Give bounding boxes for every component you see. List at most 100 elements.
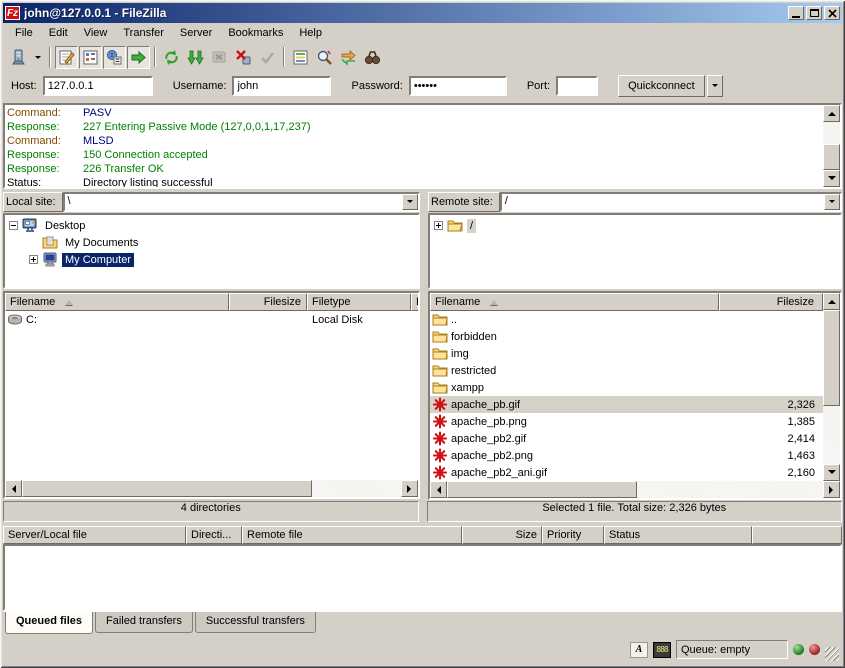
menu-server[interactable]: Server bbox=[172, 25, 220, 41]
scrollbar-thumb[interactable] bbox=[22, 480, 312, 497]
column-header-filesize[interactable]: Filesize bbox=[229, 293, 307, 311]
file-row[interactable]: apache_pb2_ani.gif 2,160 bbox=[430, 464, 823, 481]
toggle-local-tree-button[interactable] bbox=[79, 46, 102, 69]
scroll-left-button[interactable] bbox=[430, 481, 447, 498]
column-header-priority[interactable]: Priority bbox=[542, 526, 604, 544]
resize-grip[interactable] bbox=[825, 647, 839, 661]
column-header-status[interactable]: Status bbox=[604, 526, 752, 544]
pane-splitter[interactable] bbox=[420, 191, 428, 289]
menu-transfer[interactable]: Transfer bbox=[115, 25, 172, 41]
remote-site-combobox[interactable]: / bbox=[500, 192, 842, 212]
tree-item-my-documents[interactable]: My Documents bbox=[9, 234, 418, 251]
scroll-up-button[interactable] bbox=[823, 293, 840, 310]
synchronized-browsing-button[interactable] bbox=[337, 46, 360, 69]
remote-tree-icon bbox=[106, 49, 123, 66]
tab-queued-files[interactable]: Queued files bbox=[5, 612, 93, 634]
local-tree[interactable]: Desktop My Documents My Computer bbox=[3, 213, 420, 289]
column-header-server-local-file[interactable]: Server/Local file bbox=[3, 526, 186, 544]
disconnect-button[interactable] bbox=[232, 46, 255, 69]
tree-item-my-computer[interactable]: My Computer bbox=[9, 251, 418, 268]
combo-dropdown-button[interactable] bbox=[824, 194, 840, 210]
minimize-button[interactable] bbox=[788, 6, 804, 20]
menu-edit[interactable]: Edit bbox=[41, 25, 76, 41]
pane-splitter[interactable] bbox=[419, 501, 427, 522]
file-row[interactable]: forbidden bbox=[430, 328, 823, 345]
tab-failed-transfers[interactable]: Failed transfers bbox=[95, 612, 193, 633]
menu-file[interactable]: File bbox=[7, 25, 41, 41]
close-button[interactable] bbox=[824, 6, 840, 20]
toggle-queue-view-button[interactable] bbox=[127, 46, 150, 69]
compare-button[interactable] bbox=[313, 46, 336, 69]
remote-tree[interactable]: / bbox=[428, 213, 842, 289]
menubar: File Edit View Transfer Server Bookmarks… bbox=[3, 23, 842, 43]
refresh-button[interactable] bbox=[160, 46, 183, 69]
pane-splitter[interactable] bbox=[420, 291, 428, 499]
tree-item-desktop[interactable]: Desktop bbox=[9, 217, 418, 234]
file-row[interactable]: apache_pb.png 1,385 bbox=[430, 413, 823, 430]
arrow-down-icon bbox=[828, 470, 836, 478]
remote-file-list[interactable]: .. forbidden img bbox=[430, 311, 823, 481]
scrollbar-thumb[interactable] bbox=[823, 310, 840, 406]
log-scrollbar[interactable] bbox=[823, 105, 840, 187]
filter-button[interactable] bbox=[289, 46, 312, 69]
column-header-lastmodified[interactable]: L bbox=[411, 293, 418, 311]
site-manager-icon bbox=[10, 49, 27, 66]
port-input[interactable] bbox=[556, 76, 598, 96]
quickconnect-dropdown-button[interactable] bbox=[707, 75, 723, 97]
column-header-remote-file[interactable]: Remote file bbox=[242, 526, 462, 544]
menu-bookmarks[interactable]: Bookmarks bbox=[220, 25, 291, 41]
scroll-down-button[interactable] bbox=[823, 464, 840, 481]
username-input[interactable] bbox=[232, 76, 331, 96]
host-input[interactable] bbox=[43, 76, 153, 96]
maximize-button[interactable] bbox=[806, 6, 822, 20]
password-input[interactable] bbox=[409, 76, 507, 96]
queue-list[interactable] bbox=[3, 544, 842, 611]
toggle-processing-button[interactable] bbox=[256, 46, 279, 69]
cancel-operation-button[interactable] bbox=[208, 46, 231, 69]
file-row[interactable]: apache_pb2.gif 2,414 bbox=[430, 430, 823, 447]
find-button[interactable] bbox=[361, 46, 384, 69]
toggle-remote-tree-button[interactable] bbox=[103, 46, 126, 69]
column-header-filename[interactable]: Filename bbox=[5, 293, 229, 311]
remote-horizontal-scrollbar[interactable] bbox=[430, 481, 840, 498]
computer-icon bbox=[42, 252, 58, 267]
toggle-log-view-button[interactable] bbox=[55, 46, 78, 69]
local-site-combobox[interactable]: \ bbox=[63, 192, 420, 212]
scrollbar-thumb[interactable] bbox=[447, 481, 637, 498]
expand-icon[interactable] bbox=[29, 255, 38, 264]
column-header-direction[interactable]: Directi... bbox=[186, 526, 242, 544]
combo-dropdown-button[interactable] bbox=[402, 194, 418, 210]
process-queue-button[interactable] bbox=[184, 46, 207, 69]
message-log-body[interactable]: Command:PASV Response:227 Entering Passi… bbox=[5, 105, 823, 187]
compare-icon bbox=[316, 49, 333, 66]
file-row-c-drive[interactable]: C: Local Disk bbox=[5, 311, 418, 328]
local-file-list[interactable]: C: Local Disk bbox=[5, 311, 418, 480]
scrollbar-thumb[interactable] bbox=[823, 144, 840, 170]
scroll-right-button[interactable] bbox=[401, 480, 418, 497]
remote-vertical-scrollbar[interactable] bbox=[823, 293, 840, 481]
site-manager-button[interactable] bbox=[7, 46, 30, 69]
quickconnect-button[interactable]: Quickconnect bbox=[618, 75, 705, 97]
menu-help[interactable]: Help bbox=[291, 25, 330, 41]
scroll-up-button[interactable] bbox=[823, 105, 840, 122]
column-header-filesize[interactable]: Filesize bbox=[719, 293, 823, 311]
tab-successful-transfers[interactable]: Successful transfers bbox=[195, 612, 316, 633]
local-horizontal-scrollbar[interactable] bbox=[5, 480, 418, 497]
column-header-size[interactable]: Size bbox=[462, 526, 542, 544]
tree-item-root[interactable]: / bbox=[434, 217, 840, 234]
menu-view[interactable]: View bbox=[76, 25, 116, 41]
scroll-right-button[interactable] bbox=[823, 481, 840, 498]
collapse-icon[interactable] bbox=[9, 221, 18, 230]
file-row[interactable]: apache_pb2.png 1,463 bbox=[430, 447, 823, 464]
scroll-down-button[interactable] bbox=[823, 170, 840, 187]
file-row[interactable]: restricted bbox=[430, 362, 823, 379]
site-manager-dropdown-button[interactable] bbox=[31, 46, 45, 69]
file-row-selected[interactable]: apache_pb.gif 2,326 bbox=[430, 396, 823, 413]
file-row[interactable]: .. bbox=[430, 311, 823, 328]
expand-icon[interactable] bbox=[434, 221, 443, 230]
file-row[interactable]: img bbox=[430, 345, 823, 362]
scroll-left-button[interactable] bbox=[5, 480, 22, 497]
file-row[interactable]: xampp bbox=[430, 379, 823, 396]
column-header-filename[interactable]: Filename bbox=[430, 293, 719, 311]
column-header-filetype[interactable]: Filetype bbox=[307, 293, 411, 311]
